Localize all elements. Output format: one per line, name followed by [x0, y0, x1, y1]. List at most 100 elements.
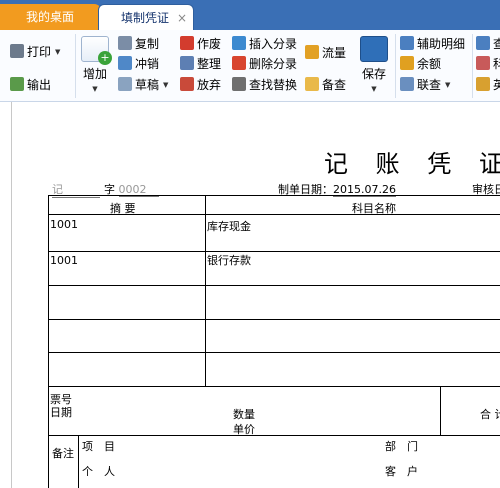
unit-price-label: 单价 [233, 423, 255, 436]
reverse-icon [118, 56, 132, 70]
insert-row-icon [232, 36, 246, 50]
chevron-down-icon: ▼ [55, 48, 61, 56]
aux-detail-label: 辅助明细 [417, 37, 466, 51]
draft-icon [118, 77, 132, 91]
delete-entry-label: 删除分录 [249, 57, 298, 71]
tab-label: 我的桌面 [26, 10, 75, 24]
find-replace-label: 查找替换 [249, 78, 298, 92]
close-icon[interactable]: × [177, 5, 187, 31]
ribbon-divider [472, 34, 473, 98]
note-icon [305, 77, 319, 91]
customer-label: 客 户 [385, 465, 418, 478]
table-cell-account[interactable]: 银行存款 [207, 252, 251, 268]
organize-label: 整理 [197, 57, 222, 71]
void-button[interactable]: 作废 [180, 35, 221, 53]
page-margin-line [11, 102, 12, 488]
copy-button[interactable]: 复制 [118, 35, 159, 53]
table-cell-summary[interactable]: 1001 [50, 254, 78, 267]
draft-label: 草稿 [135, 78, 160, 92]
flow-chart-icon [305, 45, 319, 59]
insert-entry-button[interactable]: 插入分录 [232, 35, 297, 53]
export-button[interactable]: 输出 [10, 76, 51, 94]
save-button[interactable]: 保存 ▼ [358, 36, 390, 96]
table-border [48, 195, 49, 488]
note-button[interactable]: 备查 [305, 76, 346, 94]
english-label: 英 [493, 78, 500, 92]
toolbar-ribbon: 打印 ▼ 输出 + 增加 ▼ 复制 冲销 草稿 ▼ 作废 整理 放弃 插入分录 删除分… [0, 30, 500, 102]
add-document-icon: + [81, 36, 112, 65]
reverse-label: 冲销 [135, 57, 160, 71]
balance-label: 余额 [417, 57, 442, 71]
table-border [48, 251, 500, 252]
column-header-summary: 摘 要 [110, 202, 136, 215]
voucher-title: 记 账 凭 证 [324, 150, 500, 178]
export-icon [10, 77, 24, 91]
tab-label: 填制凭证 [121, 11, 170, 25]
chevron-down-icon: ▼ [445, 81, 451, 89]
table-border [440, 386, 441, 435]
table-cell-summary[interactable]: 1001 [50, 218, 78, 231]
discard-button[interactable]: 放弃 [180, 76, 221, 94]
void-icon [180, 36, 194, 50]
query-button[interactable]: 查 [476, 35, 500, 53]
tab-fill-voucher[interactable]: 填制凭证 × [98, 4, 194, 30]
column-header-account: 科目名称 [352, 202, 396, 215]
link-query-label: 联查 [417, 78, 442, 92]
query-label: 查 [493, 37, 500, 51]
table-border [48, 319, 500, 320]
draft-button[interactable]: 草稿 ▼ [118, 76, 168, 94]
insert-entry-label: 插入分录 [249, 37, 298, 51]
table-border [205, 195, 206, 386]
ribbon-divider [395, 34, 396, 98]
floppy-disk-icon [360, 36, 388, 62]
aux-detail-button[interactable]: 辅助明细 [400, 35, 465, 53]
table-border [48, 195, 500, 196]
find-replace-icon [232, 77, 246, 91]
discard-icon [180, 77, 194, 91]
ribbon-divider [75, 34, 76, 98]
print-label: 打印 [27, 45, 52, 59]
delete-row-icon [232, 56, 246, 70]
total-label: 合 计 [480, 408, 500, 421]
link-icon [400, 77, 414, 91]
subject-label: 科 [493, 57, 500, 71]
copy-label: 复制 [135, 37, 160, 51]
note-label: 备查 [322, 78, 347, 92]
query-icon [476, 36, 490, 50]
chevron-down-icon: ▼ [92, 85, 98, 93]
add-button[interactable]: + 增加 ▼ [80, 36, 112, 96]
subject-button[interactable]: 科 [476, 55, 500, 73]
discard-label: 放弃 [197, 78, 222, 92]
balance-button[interactable]: 余额 [400, 55, 441, 73]
remark-label: 备注 [52, 447, 74, 460]
find-replace-button[interactable]: 查找替换 [232, 76, 297, 94]
voucher-document: 记 账 凭 证 记 字 0002 制单日期：2015.07.26 审核日 摘 要… [0, 102, 500, 488]
coins-icon [400, 56, 414, 70]
organize-icon [180, 56, 194, 70]
table-cell-account[interactable]: 库存现金 [207, 218, 251, 234]
personal-label: 个 人 [82, 465, 115, 478]
print-button[interactable]: 打印 ▼ [10, 43, 60, 61]
table-border [48, 285, 500, 286]
detail-list-icon [400, 36, 414, 50]
quantity-label: 数量 [233, 408, 255, 421]
save-label: 保存 [361, 67, 386, 81]
chevron-down-icon: ▼ [163, 81, 169, 89]
english-icon [476, 77, 490, 91]
delete-entry-button[interactable]: 删除分录 [232, 55, 297, 73]
copy-icon [118, 36, 132, 50]
flow-button[interactable]: 流量 [305, 44, 346, 62]
table-border [48, 352, 500, 353]
link-query-button[interactable]: 联查 ▼ [400, 76, 450, 94]
reverse-button[interactable]: 冲销 [118, 55, 159, 73]
project-label: 项 目 [82, 440, 115, 453]
tab-my-desktop[interactable]: 我的桌面 [0, 4, 102, 30]
english-button[interactable]: 英 [476, 76, 500, 94]
organize-button[interactable]: 整理 [180, 55, 221, 73]
add-label: 增加 [82, 67, 107, 81]
subject-icon [476, 56, 490, 70]
flow-label: 流量 [322, 46, 347, 60]
table-border [78, 435, 79, 488]
chevron-down-icon: ▼ [371, 85, 377, 93]
table-border [48, 435, 500, 436]
